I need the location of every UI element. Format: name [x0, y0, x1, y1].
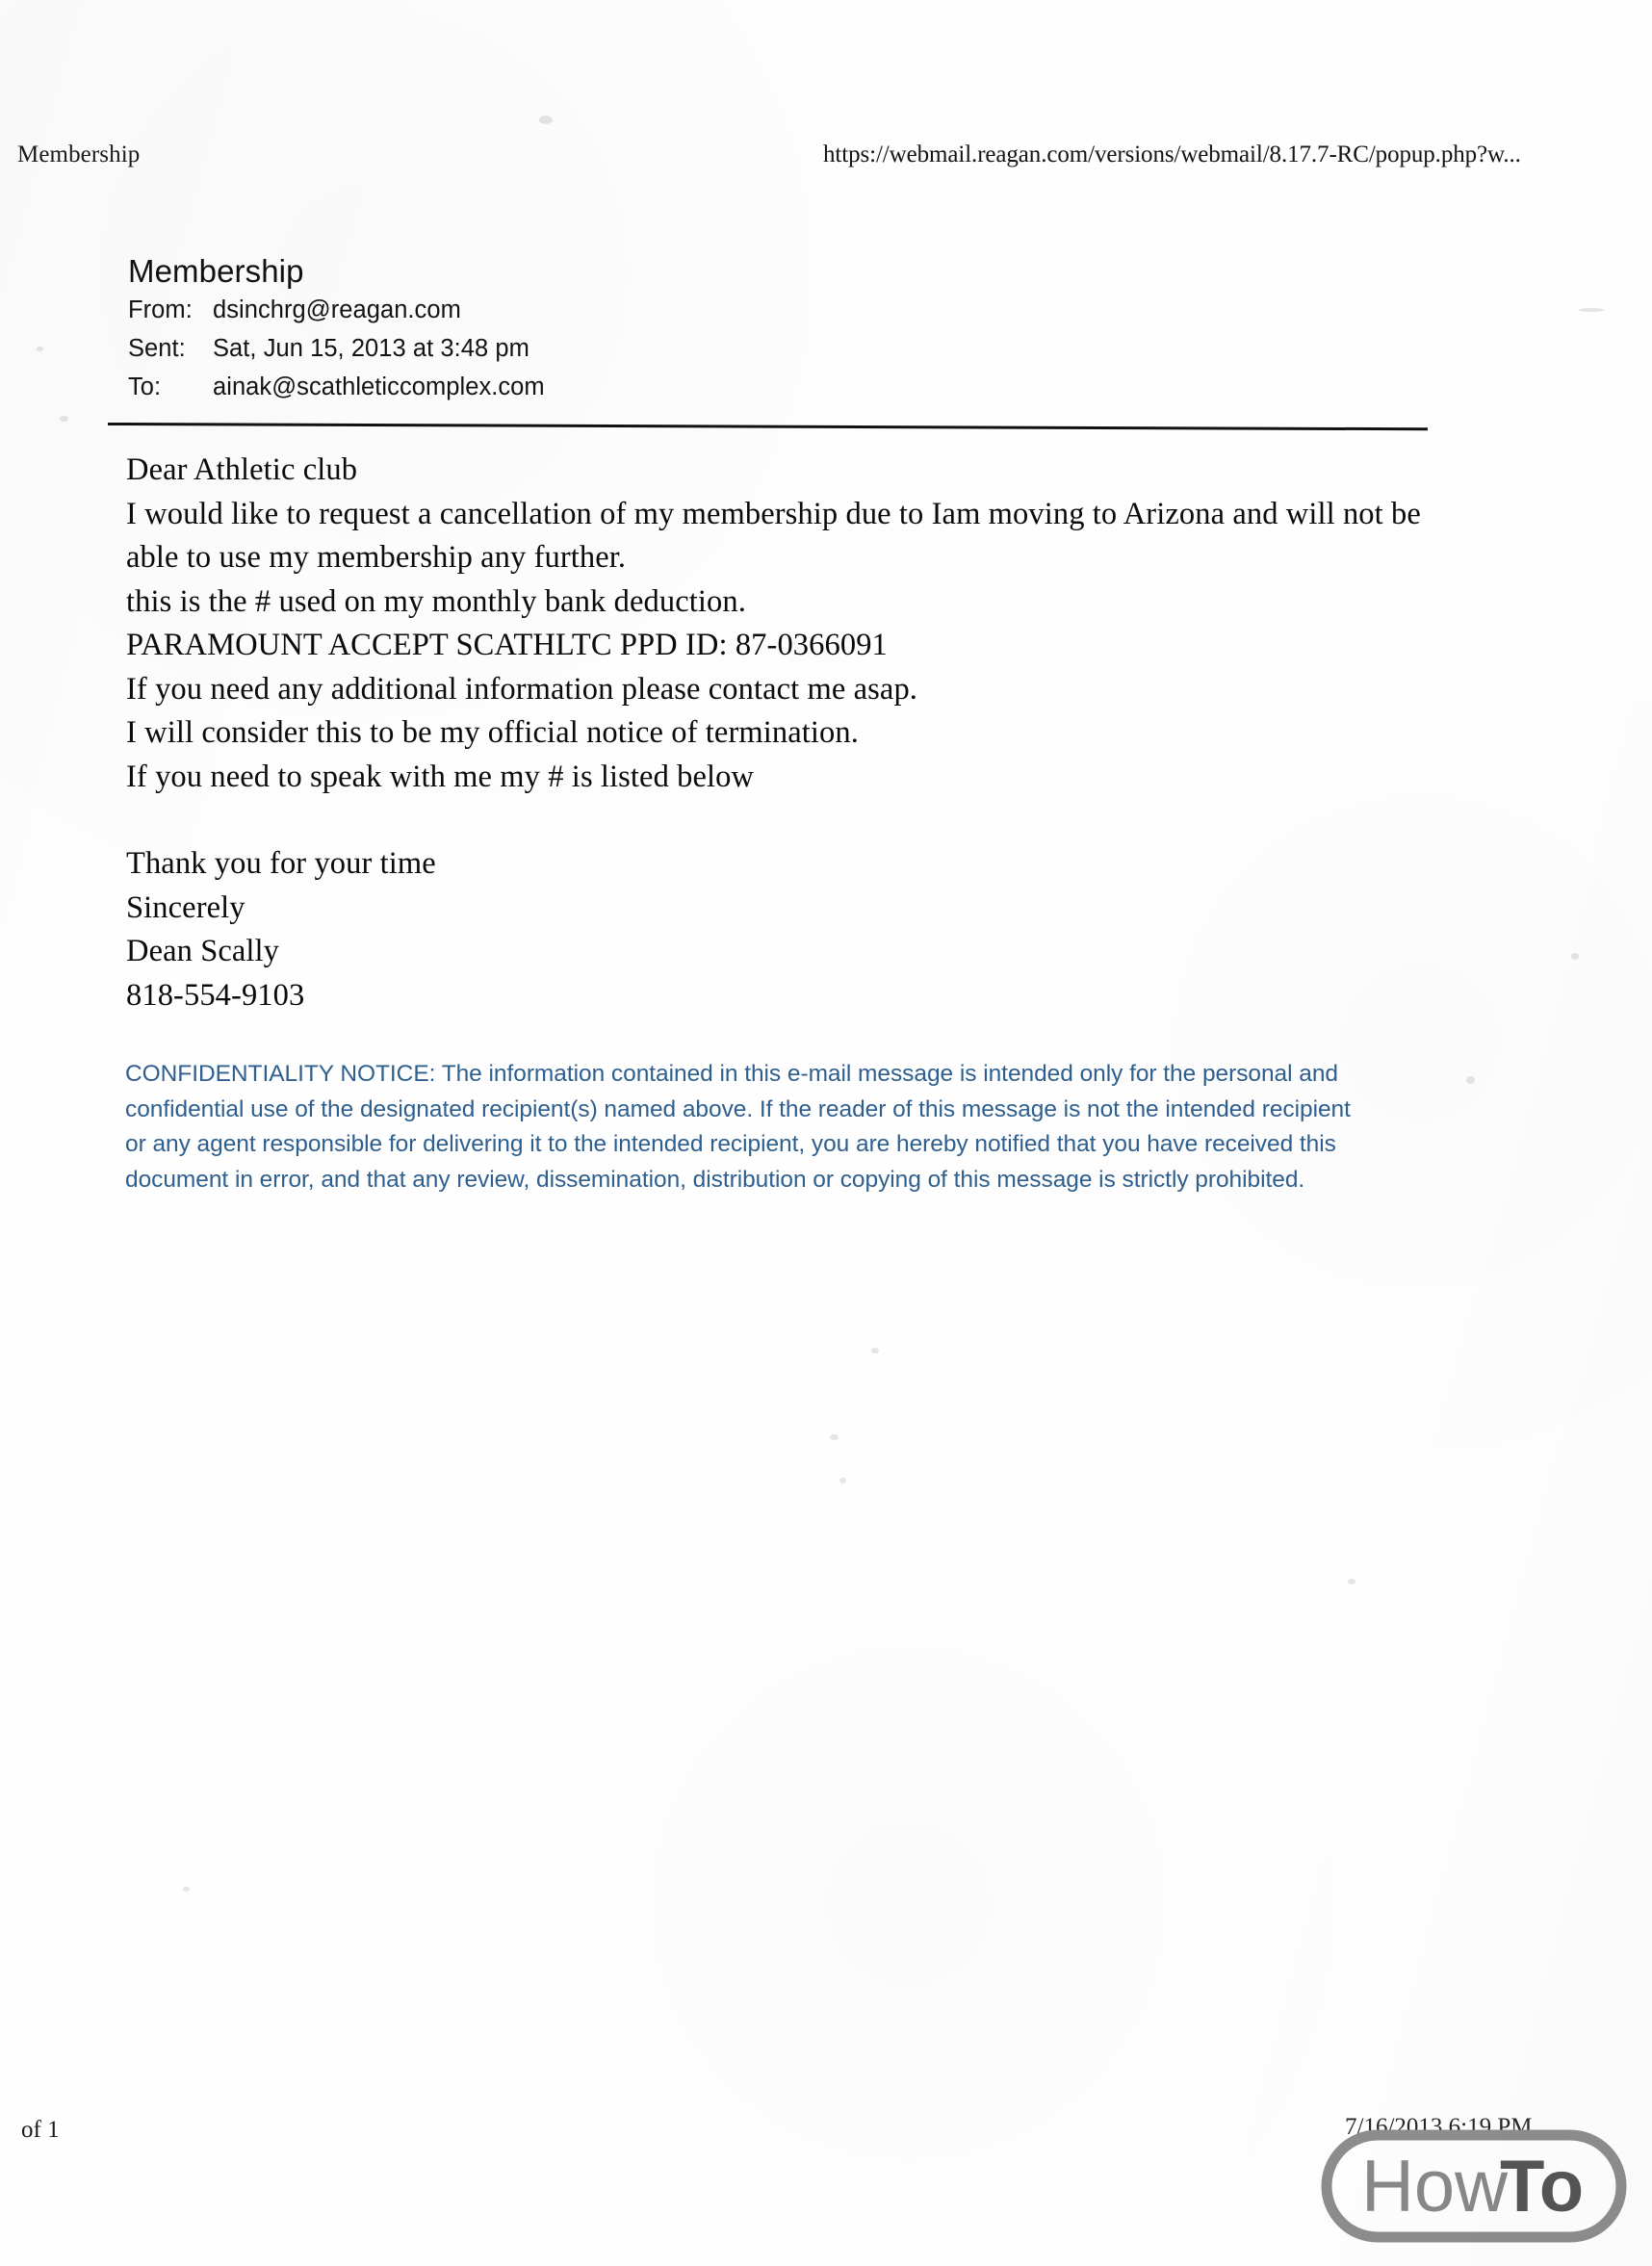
sender-name: Dean Scally [126, 934, 280, 968]
email-field-sent: Sent: Sat, Jun 15, 2013 at 3:48 pm [128, 329, 1091, 368]
signoff-line: Sincerely [126, 889, 245, 925]
scan-speck [830, 1434, 839, 1440]
scanned-page: Membership https://webmail.reagan.com/ve… [0, 0, 1652, 2266]
email-subject: Membership [128, 253, 304, 289]
howto-logo-icon: How To [1321, 2129, 1627, 2243]
confidentiality-notice: CONFIDENTIALITY NOTICE: The information … [125, 1061, 1351, 1193]
scan-speck [60, 416, 68, 422]
scan-speck [1348, 1579, 1355, 1584]
email-field-from-value: dsinchrg@reagan.com [213, 296, 461, 323]
body-line: Dear Athletic club [126, 452, 358, 487]
email-field-sent-value: Sat, Jun 15, 2013 at 3:48 pm [213, 335, 529, 362]
scan-speck [539, 116, 553, 124]
body-line: I will consider this to be my official n… [126, 715, 859, 750]
print-header-url: https://webmail.reagan.com/versions/webm… [823, 142, 1521, 167]
email-field-sent-label: Sent: [128, 335, 186, 362]
howto-watermark: How To [1321, 2129, 1627, 2243]
scan-speck [37, 347, 43, 351]
scan-speck [1571, 953, 1579, 960]
body-line: If you need any additional information p… [126, 671, 918, 707]
email-field-to: To: ainak@scathleticcomplex.com [128, 368, 1091, 406]
scan-speck [183, 1887, 190, 1892]
scan-speck [839, 1478, 846, 1483]
scan-speck [1466, 1076, 1475, 1084]
email-field-from: From: dsinchrg@reagan.com [128, 291, 1091, 329]
email-field-to-label: To: [128, 373, 162, 400]
body-line: If you need to speak with me my # is lis… [126, 759, 755, 794]
sender-phone: 818-554-9103 [126, 977, 305, 1013]
body-line: this is the # used on my monthly bank de… [126, 583, 746, 619]
email-body: Dear Athletic club I would like to reque… [126, 449, 1474, 1017]
print-header-title: Membership [17, 142, 141, 167]
scan-speck [1579, 308, 1604, 312]
print-header: Membership https://webmail.reagan.com/ve… [0, 142, 1652, 174]
body-line: PARAMOUNT ACCEPT SCATHLTC PPD ID: 87-036… [126, 628, 888, 662]
scan-speck [871, 1348, 879, 1353]
email-field-to-value: ainak@scathleticcomplex.com [213, 373, 545, 400]
header-divider [107, 423, 1428, 431]
email-header-block: Membership From: dsinchrg@reagan.com Sen… [128, 252, 1091, 406]
email-field-from-label: From: [128, 296, 193, 323]
body-line: I would like to request a cancellation o… [126, 496, 1421, 576]
print-footer-page-number: of 1 [21, 2117, 60, 2143]
watermark-text-to: To [1500, 2146, 1584, 2227]
signoff-line: Thank you for your time [126, 846, 436, 881]
watermark-text-how: How [1361, 2146, 1509, 2227]
